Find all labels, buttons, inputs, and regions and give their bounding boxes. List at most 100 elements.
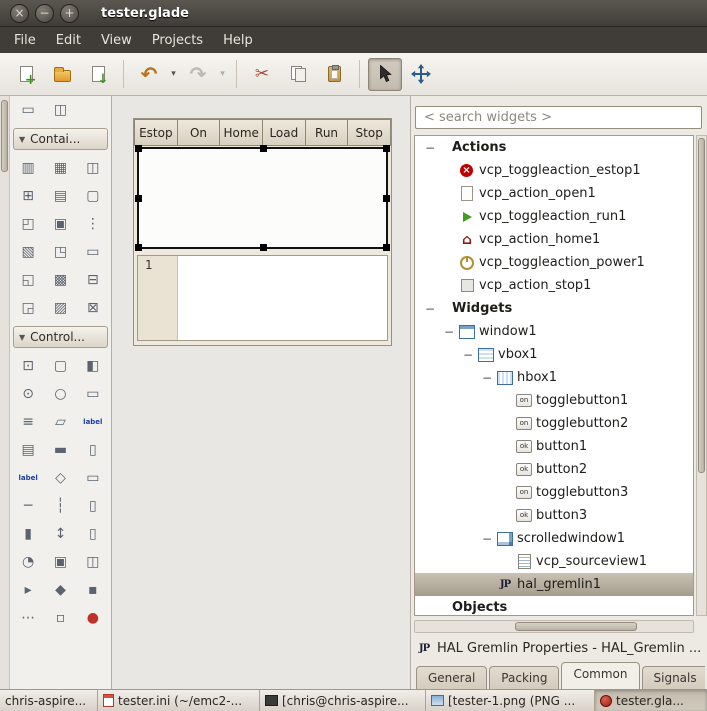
palette-widget-icon[interactable]: ▭ [77,380,109,408]
expander-icon[interactable]: − [463,348,478,362]
tree-row-vcp_sourceview1[interactable]: vcp_sourceview1 [415,550,693,573]
palette-widget-icon[interactable]: ◫ [77,154,109,182]
redo-button[interactable] [181,58,215,91]
palette-widget-icon[interactable]: ▣ [44,210,76,238]
tree-row-vcp_toggleaction_estop1[interactable]: vcp_toggleaction_estop1 [415,159,693,182]
tree-row-button2[interactable]: button2 [415,458,693,481]
menu-view[interactable]: View [91,29,142,52]
palette-widget-icon[interactable]: ▥ [12,154,44,182]
design-button-on[interactable]: On [177,119,221,146]
expander-icon[interactable]: − [444,325,459,339]
tree-row-button3[interactable]: button3 [415,504,693,527]
tab-common[interactable]: Common [561,662,639,691]
palette-section-header[interactable]: ▼Contai... [13,128,108,150]
menu-help[interactable]: Help [213,29,263,52]
design-button-stop[interactable]: Stop [347,119,391,146]
tree-row-togglebutton3[interactable]: togglebutton3 [415,481,693,504]
menu-edit[interactable]: Edit [46,29,91,52]
tree-vertical-scrollbar-thumb[interactable] [698,138,705,473]
palette-widget-icon[interactable]: label [12,464,44,492]
palette-widget-icon[interactable]: ◆ [44,576,76,604]
tree-row-vcp_action_stop1[interactable]: vcp_action_stop1 [415,274,693,297]
palette-widget-icon[interactable]: ◳ [44,238,76,266]
palette-widget-icon[interactable]: ◇ [44,464,76,492]
palette-section-header[interactable]: ▼Control... [13,326,108,348]
palette-widget-icon[interactable]: ● [77,604,109,632]
tree-row-widgets[interactable]: −Widgets [415,297,693,320]
menu-projects[interactable]: Projects [142,29,213,52]
palette-widget-icon[interactable]: ▭ [77,464,109,492]
search-widgets-input[interactable] [415,106,702,129]
tree-row-scrolledwindow1[interactable]: −scrolledwindow1 [415,527,693,550]
palette-widget-icon[interactable]: ▭ [77,238,109,266]
palette-widget-icon[interactable]: ⊟ [77,266,109,294]
tree-horizontal-scrollbar-thumb[interactable] [515,622,637,631]
palette-widget-icon[interactable]: ▧ [12,238,44,266]
palette-scrollbar-thumb[interactable] [1,100,8,172]
design-button-home[interactable]: Home [219,119,263,146]
tree-row-hal_gremlin1[interactable]: hal_gremlin1 [415,573,693,596]
undo-button[interactable] [132,58,166,91]
tree-row-hbox1[interactable]: −hbox1 [415,366,693,389]
selection-handle[interactable] [260,244,267,251]
palette-widget-icon[interactable]: ▨ [44,294,76,322]
tree-row-button1[interactable]: button1 [415,435,693,458]
tree-row-vcp_toggleaction_power1[interactable]: vcp_toggleaction_power1 [415,251,693,274]
tree-row-vcp_toggleaction_run1[interactable]: vcp_toggleaction_run1 [415,205,693,228]
open-button[interactable] [45,58,79,91]
tab-packing[interactable]: Packing [489,666,559,691]
taskbar-item[interactable]: [tester-1.png (PNG ... [426,690,594,711]
palette-widget-icon[interactable]: ▸ [12,576,44,604]
palette-widget-icon[interactable]: ─ [12,492,44,520]
selection-handle[interactable] [135,145,142,152]
palette-widget-icon[interactable]: ▤ [12,436,44,464]
palette-widget-icon[interactable]: label [77,408,109,436]
taskbar-item[interactable]: tester.ini (~/emc2-... [98,690,259,711]
sourceview-text-area[interactable] [178,256,387,340]
copy-button[interactable] [281,58,315,91]
palette-widget-icon[interactable]: ▣ [44,548,76,576]
palette-widget-icon[interactable]: ○ [44,380,76,408]
palette-widget-icon[interactable]: ▯ [77,492,109,520]
tab-signals[interactable]: Signals [642,666,706,691]
palette-widget-icon[interactable]: ▬ [44,436,76,464]
tree-row-togglebutton2[interactable]: togglebutton2 [415,412,693,435]
palette-widget-icon[interactable]: ▢ [44,352,76,380]
palette-widget-icon[interactable]: ┆ [44,492,76,520]
expander-icon[interactable]: − [482,371,497,385]
drag-resize-button[interactable] [404,58,438,91]
tab-general[interactable]: General [416,666,487,691]
palette-widget-icon[interactable]: ⊞ [12,182,44,210]
palette-widget-icon[interactable]: ⊡ [12,352,44,380]
palette-widget-icon[interactable]: ▪ [77,576,109,604]
palette-widget-icon[interactable]: ◔ [12,548,44,576]
maximize-button[interactable] [60,4,79,23]
tree-row-vcp_action_home1[interactable]: vcp_action_home1 [415,228,693,251]
palette-widget-icon[interactable]: ▭ [12,96,44,124]
hal-gremlin-widget[interactable] [137,147,388,249]
tree-row-actions[interactable]: −Actions [415,136,693,159]
palette-widget-icon[interactable]: ≡ [12,408,44,436]
expander-icon[interactable]: − [425,141,440,155]
expander-icon[interactable]: − [482,532,497,546]
selection-handle[interactable] [383,244,390,251]
cut-button[interactable] [245,58,279,91]
tree-horizontal-scrollbar[interactable] [414,620,694,633]
selection-handle[interactable] [383,195,390,202]
palette-widget-icon[interactable]: ◫ [44,96,76,124]
palette-widget-icon[interactable]: ⋮ [77,210,109,238]
taskbar-item[interactable]: chris-aspire... [0,690,97,711]
palette-widget-icon[interactable]: ▯ [77,520,109,548]
tree-row-togglebutton1[interactable]: togglebutton1 [415,389,693,412]
redo-dropdown[interactable] [216,58,229,91]
undo-dropdown[interactable] [167,58,180,91]
palette-widget-icon[interactable]: ⊙ [12,380,44,408]
tree-row-window1[interactable]: −window1 [415,320,693,343]
selection-handle[interactable] [383,145,390,152]
sourceview-widget[interactable]: 1 [137,255,388,341]
palette-widget-icon[interactable]: ▤ [44,182,76,210]
palette-widget-icon[interactable]: ◰ [12,210,44,238]
palette-widget-icon[interactable]: ▫ [44,604,76,632]
design-button-run[interactable]: Run [305,119,349,146]
selection-handle[interactable] [135,244,142,251]
